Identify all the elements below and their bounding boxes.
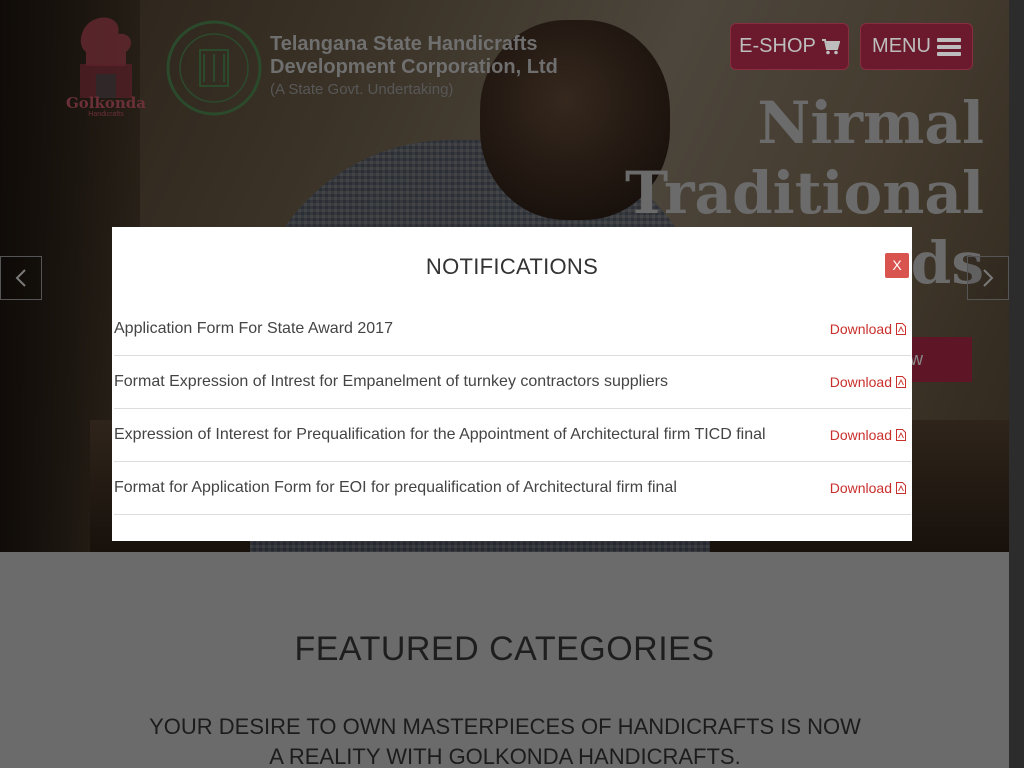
notification-title: Application Form For State Award 2017 — [114, 320, 393, 337]
menu-label: MENU — [872, 35, 931, 57]
download-link[interactable]: Download — [830, 480, 906, 496]
download-label: Download — [829, 480, 892, 496]
brand-text: Telangana State Handicrafts Development … — [270, 33, 558, 101]
menu-button[interactable]: MENU — [860, 23, 973, 70]
notification-list: Application Form For State Award 2017 Do… — [114, 303, 911, 515]
download-link[interactable]: Download — [830, 321, 906, 337]
notification-title: Format for Application Form for EOI for … — [114, 479, 677, 496]
eshop-button[interactable]: E-SHOP — [730, 23, 849, 70]
download-label: Download — [829, 321, 892, 337]
download-link[interactable]: Download — [830, 374, 906, 390]
brand-tagline: (A State Govt. Undertaking) — [270, 81, 454, 98]
download-label: Download — [829, 374, 892, 390]
notification-row: Application Form For State Award 2017 Do… — [114, 303, 911, 356]
notification-title: Expression of Interest for Prequalificat… — [114, 426, 766, 443]
notification-row: Expression of Interest for Prequalificat… — [114, 409, 911, 462]
modal-close-button[interactable]: X — [885, 253, 909, 278]
featured-categories-subtitle: YOUR DESIRE TO OWN MASTERPIECES OF HANDI… — [149, 714, 861, 769]
golkonda-logo[interactable]: Golkonda Handicrafts — [60, 14, 152, 118]
featured-categories-title: FEATURED CATEGORIES — [294, 630, 715, 668]
slider-prev-button[interactable] — [0, 256, 42, 300]
brand-name-line2: Development Corporation, Ltd — [270, 56, 558, 78]
notifications-modal: NOTIFICATIONS X Application Form For Sta… — [112, 227, 912, 541]
telangana-emblem-logo — [166, 20, 262, 116]
hamburger-menu-icon — [936, 37, 961, 56]
pdf-file-icon — [896, 323, 906, 335]
notification-row: Format Expression of Intrest for Empanel… — [114, 356, 911, 409]
pdf-file-icon — [896, 482, 906, 494]
shopping-cart-icon — [821, 38, 840, 54]
notification-row: Format for Application Form for EOI for … — [114, 462, 911, 515]
golkonda-logo-text: Golkonda — [66, 94, 146, 112]
golkonda-logo-subtext: Handicrafts — [88, 111, 124, 118]
modal-title: NOTIFICATIONS — [425, 254, 599, 279]
slider-next-button[interactable] — [967, 256, 1009, 300]
chevron-right-icon — [983, 269, 994, 287]
pdf-file-icon — [896, 376, 906, 388]
eshop-label: E-SHOP — [739, 35, 816, 57]
slide-caption-line1: Nirmal — [757, 89, 984, 157]
notification-title: Format Expression of Intrest for Empanel… — [114, 373, 669, 390]
page-scrollbar[interactable] — [1009, 0, 1024, 768]
download-label: Download — [829, 427, 892, 443]
download-link[interactable]: Download — [830, 427, 906, 443]
pdf-file-icon — [896, 429, 906, 441]
slide-caption-line2: Traditional — [625, 159, 984, 227]
brand-name-line1: Telangana State Handicrafts — [270, 33, 538, 55]
chevron-left-icon — [15, 269, 26, 287]
